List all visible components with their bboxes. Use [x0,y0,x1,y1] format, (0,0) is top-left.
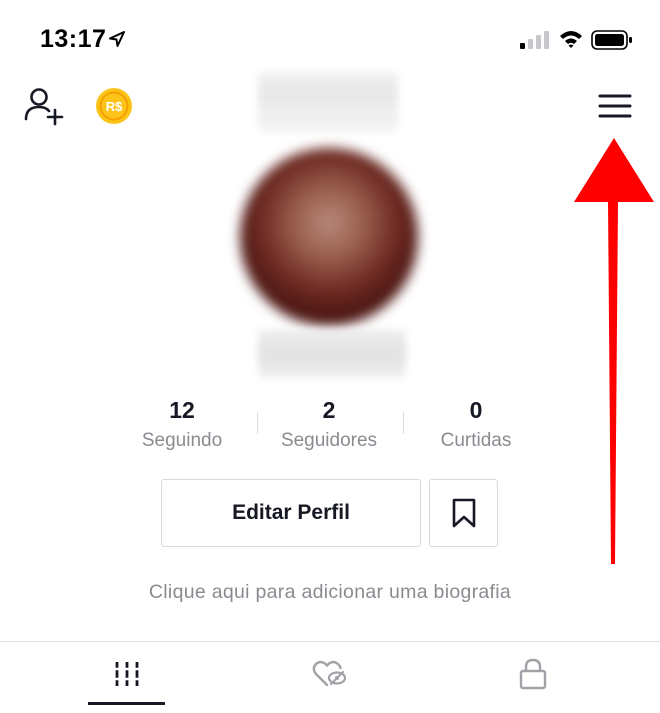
status-time: 13:17 [40,25,107,53]
menu-button[interactable] [596,90,634,122]
hamburger-menu-icon [598,94,632,118]
wifi-icon [560,31,582,48]
stat-followers[interactable]: 2 Seguidores [259,396,399,455]
stats-divider [403,412,404,434]
coins-button[interactable]: R$ [94,86,134,126]
coin-label: R$ [106,99,123,114]
videos-grid-icon [114,662,140,686]
likes-count: 0 [469,397,483,423]
liked-hidden-icon [312,660,347,687]
followers-count: 2 [322,397,336,423]
avatar[interactable] [240,148,418,326]
red-arrow-up-icon [574,138,654,564]
username-blurred [258,72,398,132]
stat-likes[interactable]: 0 Curtidas [406,396,546,455]
lock-icon [519,658,547,690]
stat-following[interactable]: 12 Seguindo [112,396,252,455]
tab-liked[interactable] [220,642,440,706]
following-count: 12 [169,397,195,423]
add-friend-button[interactable] [22,86,66,126]
following-label: Seguindo [141,430,223,451]
signal-icon [520,31,549,49]
bookmark-icon [452,498,475,528]
person-add-icon [24,88,64,126]
edit-profile-button[interactable]: Editar Perfil [161,479,421,547]
followers-label: Seguidores [280,430,378,451]
battery-icon [591,30,632,50]
tab-videos[interactable] [17,642,237,706]
location-arrow-icon [109,31,125,47]
likes-label: Curtidas [440,430,512,451]
coin-icon: R$ [96,88,132,124]
bio-placeholder[interactable]: Clique aqui para adicionar uma biografia [0,581,660,604]
favorites-button[interactable] [429,479,498,547]
tab-private[interactable] [423,642,643,706]
tab-selected-indicator [88,702,165,705]
nickname-blurred [258,330,406,378]
stats-divider [257,412,258,434]
